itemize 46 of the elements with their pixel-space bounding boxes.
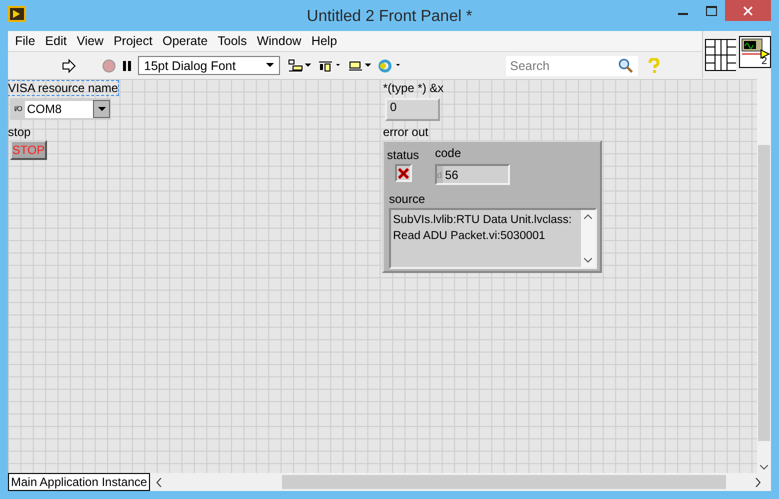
search-field[interactable]: Search xyxy=(506,56,638,76)
menu-item[interactable]: File xyxy=(10,34,40,48)
scroll-left-icon[interactable] xyxy=(156,478,162,486)
application-instance-label: Main Application Instance xyxy=(8,473,150,491)
align-objects-icon[interactable] xyxy=(288,58,312,72)
distribute-objects-icon[interactable] xyxy=(318,58,342,72)
font-dropdown[interactable]: 15pt Dialog Font xyxy=(138,56,280,75)
indicator-label: *(type *) &x xyxy=(383,81,444,95)
menu-item[interactable]: Operate xyxy=(157,34,213,48)
source-label: source xyxy=(389,192,426,206)
vi-icon-number: 2 xyxy=(761,56,767,67)
caret-icon xyxy=(98,106,106,112)
minimize-icon xyxy=(678,13,688,15)
vertical-scrollbar-thumb[interactable] xyxy=(758,145,770,441)
code-label: code xyxy=(435,146,462,160)
numeric-indicator: 0 xyxy=(385,98,440,121)
resize-objects-icon[interactable] xyxy=(348,58,372,72)
source-text-line: Read ADU Packet.vi:5030001 xyxy=(393,229,546,244)
close-icon xyxy=(743,6,753,16)
control-label: stop xyxy=(8,125,31,139)
scroll-down-icon[interactable] xyxy=(584,258,592,263)
menu-item[interactable]: View xyxy=(72,34,109,48)
control-label: VISA resource name xyxy=(8,81,118,95)
scroll-down-icon[interactable] xyxy=(760,465,768,470)
reorder-icon[interactable] xyxy=(378,58,402,74)
source-text-line: SubVIs.lvlib:RTU Data Unit.lvclass: xyxy=(393,213,573,228)
menu-item[interactable]: Project xyxy=(108,34,158,48)
menu-item[interactable]: Edit xyxy=(40,34,72,48)
run-arrow-icon[interactable] xyxy=(62,58,76,72)
menu-item[interactable]: Tools xyxy=(212,34,252,48)
pause-icon[interactable] xyxy=(122,60,132,72)
status-label: status xyxy=(387,148,420,162)
scroll-right-icon[interactable] xyxy=(755,478,762,486)
app-logo-icon xyxy=(8,6,26,22)
window-title: Untitled 2 Front Panel * xyxy=(306,6,472,26)
menu-item[interactable]: Window xyxy=(252,34,306,48)
scroll-up-icon[interactable] xyxy=(584,214,592,219)
search-icon[interactable] xyxy=(618,58,634,74)
maximize-icon xyxy=(706,6,716,16)
connector-pane-icon[interactable] xyxy=(705,38,736,70)
indicator-label: error out xyxy=(383,125,428,139)
close-button[interactable] xyxy=(725,0,771,21)
horizontal-scrollbar-thumb[interactable] xyxy=(282,475,726,489)
caret-icon xyxy=(266,63,274,68)
vi-icon[interactable] xyxy=(739,36,771,68)
menu-item[interactable]: Help xyxy=(306,34,342,48)
